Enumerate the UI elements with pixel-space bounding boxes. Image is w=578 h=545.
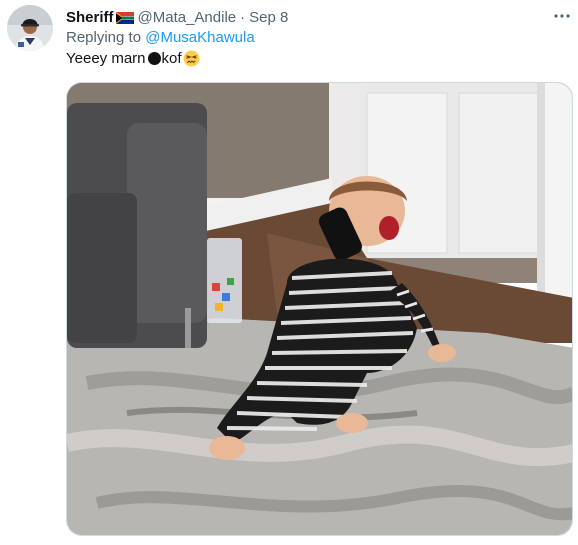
tweet[interactable]: Sheriff @Mata_Andile · Sep 8 Replying to… [0,0,578,545]
separator-dot: · [240,8,246,26]
reply-mention-link[interactable]: @MusaKhawula [145,29,254,46]
more-options-button[interactable] [549,6,575,26]
tweet-text: Yeeey marn kof [66,50,200,67]
confounded-face-emoji-icon [183,50,200,67]
avatar[interactable] [7,5,53,51]
more-horizontal-icon [554,14,570,18]
user-handle[interactable]: @Mata_Andile [138,9,237,26]
tweet-header: Sheriff @Mata_Andile · Sep 8 [66,7,288,27]
tweet-photo[interactable] [66,82,573,536]
replying-to: Replying to @MusaKhawula [66,29,255,46]
replying-to-label: Replying to [66,29,146,46]
black-circle-icon [147,52,161,65]
tweet-text-part-1: Yeeey marn [66,50,146,67]
timestamp[interactable]: Sep 8 [249,9,288,26]
south-africa-flag-icon [115,11,134,24]
tweet-text-part-2: kof [161,50,182,67]
display-name[interactable]: Sheriff [66,9,114,26]
